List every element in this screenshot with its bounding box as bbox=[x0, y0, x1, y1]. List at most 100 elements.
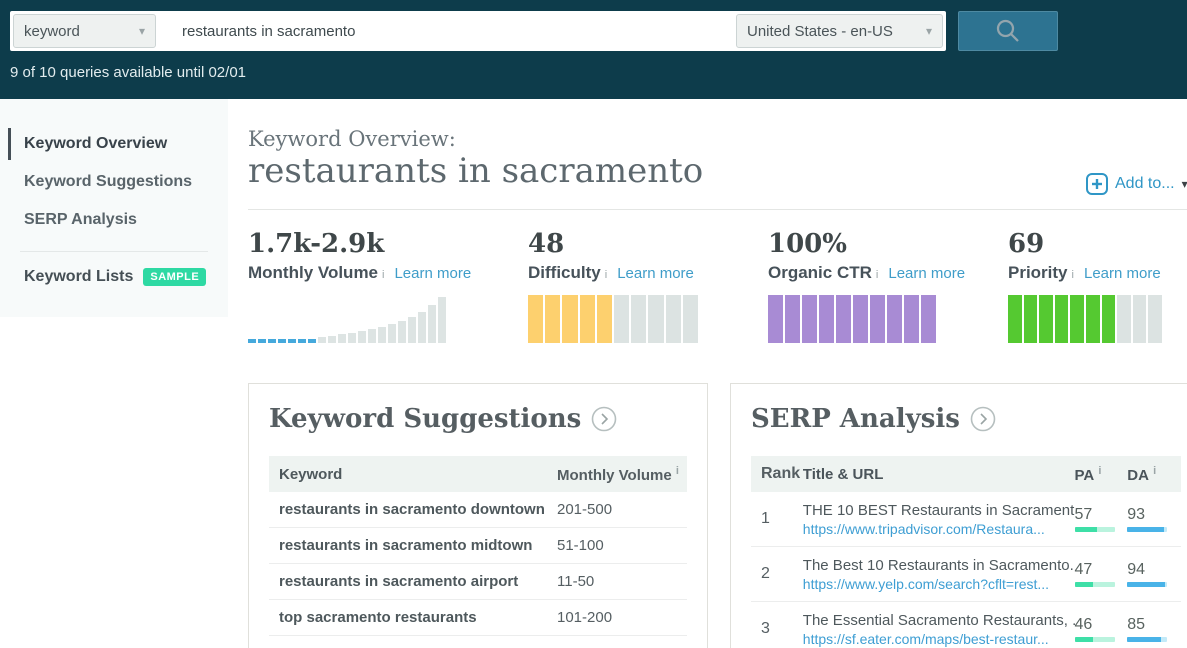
sidebar-item-keyword-suggestions[interactable]: Keyword Suggestions bbox=[0, 163, 228, 201]
histogram-bar bbox=[398, 321, 406, 343]
serp-result-row: 3The Essential Sacramento Restaurants, .… bbox=[751, 602, 1181, 648]
top-search-bar: keyword ▾ United States - en-US ▾ 9 of 1… bbox=[0, 0, 1187, 99]
segment-bar bbox=[836, 295, 851, 343]
pa-value: 57 bbox=[1075, 506, 1128, 524]
metric-monthly-volume: 1.7k-2.9kMonthly VolumeiLearn more bbox=[248, 229, 471, 343]
learn-more-link[interactable]: Learn more bbox=[888, 265, 965, 282]
info-icon[interactable]: i bbox=[605, 269, 607, 281]
chevron-down-icon: ▾ bbox=[926, 24, 932, 38]
suggestion-row: restaurants in sacramento airport11-50 bbox=[269, 564, 687, 600]
metric-chart bbox=[768, 295, 936, 343]
serp-result-url[interactable]: https://www.tripadvisor.com/Restaura... bbox=[803, 520, 1075, 538]
info-icon[interactable]: i bbox=[1153, 465, 1156, 477]
segment-bar bbox=[631, 295, 646, 343]
metric-label-row: Monthly VolumeiLearn more bbox=[248, 263, 471, 283]
da-bar-fill bbox=[1127, 527, 1164, 532]
sidebar-item-keyword-lists[interactable]: Keyword Lists SAMPLE bbox=[0, 262, 228, 292]
learn-more-link[interactable]: Learn more bbox=[617, 265, 694, 282]
da-bar-fill bbox=[1127, 637, 1161, 642]
metric-label: Priority bbox=[1008, 263, 1068, 283]
serp-da: 85 bbox=[1127, 616, 1181, 642]
open-panel-chevron-icon[interactable] bbox=[970, 406, 996, 432]
pa-bar-fill bbox=[1075, 637, 1093, 642]
suggestion-keyword[interactable]: restaurants in sacramento midtown bbox=[269, 537, 557, 554]
col-monthly-volume: Monthly Volume i bbox=[557, 465, 687, 484]
suggestions-table-header: Keyword Monthly Volume i bbox=[269, 456, 687, 492]
segment-bar bbox=[1070, 295, 1084, 343]
suggestion-keyword[interactable]: restaurants in sacramento downtown bbox=[269, 501, 557, 518]
metric-difficulty: 48DifficultyiLearn more bbox=[528, 229, 698, 343]
metric-priority: 69PriorityiLearn more bbox=[1008, 229, 1162, 343]
search-input[interactable] bbox=[172, 14, 732, 48]
info-icon[interactable]: i bbox=[1072, 269, 1074, 281]
serp-rank: 3 bbox=[751, 620, 803, 638]
learn-more-link[interactable]: Learn more bbox=[1084, 265, 1161, 282]
info-icon[interactable]: i bbox=[676, 465, 679, 477]
sidebar-item-keyword-overview[interactable]: Keyword Overview bbox=[0, 125, 228, 163]
da-bar bbox=[1127, 637, 1167, 642]
sidebar-nav: Keyword OverviewKeyword SuggestionsSERP … bbox=[0, 99, 228, 317]
suggestion-keyword[interactable]: restaurants in sacramento airport bbox=[269, 573, 557, 590]
add-to-label: Add to... bbox=[1115, 175, 1175, 193]
serp-title-url: The Best 10 Restaurants in Sacramento...… bbox=[803, 556, 1075, 593]
segment-bar bbox=[1133, 295, 1147, 343]
chevron-down-icon: ▾ bbox=[1182, 177, 1187, 191]
da-value: 85 bbox=[1127, 616, 1181, 634]
metric-chart bbox=[1008, 295, 1162, 343]
da-bar-fill bbox=[1127, 582, 1165, 587]
title-divider bbox=[248, 209, 1187, 210]
serp-result-url[interactable]: https://www.yelp.com/search?cflt=rest... bbox=[803, 575, 1075, 593]
chevron-down-icon: ▾ bbox=[139, 24, 145, 38]
page-title: restaurants in sacramento bbox=[248, 151, 703, 191]
suggestion-volume: 51-100 bbox=[557, 537, 687, 554]
search-form: keyword ▾ United States - en-US ▾ bbox=[10, 11, 946, 51]
suggestion-volume: 11-50 bbox=[557, 573, 687, 590]
histogram-bar bbox=[298, 339, 306, 343]
open-panel-chevron-icon[interactable] bbox=[591, 406, 617, 432]
histogram-bar bbox=[288, 339, 296, 343]
histogram-bar bbox=[308, 339, 316, 343]
serp-result-url[interactable]: https://sf.eater.com/maps/best-restaur..… bbox=[803, 630, 1075, 648]
histogram-bar bbox=[358, 331, 366, 343]
sidebar-items: Keyword OverviewKeyword SuggestionsSERP … bbox=[0, 125, 228, 239]
histogram-bar bbox=[248, 339, 256, 343]
keyword-suggestions-panel: Keyword Suggestions Keyword Monthly Volu… bbox=[248, 383, 708, 648]
segment-bar bbox=[921, 295, 936, 343]
pa-value: 47 bbox=[1075, 561, 1128, 579]
info-icon[interactable]: i bbox=[382, 269, 384, 281]
da-bar bbox=[1127, 527, 1167, 532]
serp-rank: 2 bbox=[751, 565, 803, 583]
serp-da: 94 bbox=[1127, 561, 1181, 587]
suggestion-keyword[interactable]: top sacramento restaurants bbox=[269, 609, 557, 626]
query-quota-text: 9 of 10 queries available until 02/01 bbox=[10, 64, 246, 81]
suggestions-table-body: restaurants in sacramento downtown201-50… bbox=[269, 492, 687, 636]
info-icon[interactable]: i bbox=[876, 269, 878, 281]
histogram-bar bbox=[388, 324, 396, 343]
pa-bar bbox=[1075, 637, 1115, 642]
segment-bar bbox=[1055, 295, 1069, 343]
metric-label-row: DifficultyiLearn more bbox=[528, 263, 698, 283]
segment-bar bbox=[802, 295, 817, 343]
learn-more-link[interactable]: Learn more bbox=[394, 265, 471, 282]
histogram-bar bbox=[428, 305, 436, 343]
suggestion-row: restaurants in sacramento downtown201-50… bbox=[269, 492, 687, 528]
metric-chart bbox=[248, 295, 448, 343]
histogram-bar bbox=[278, 339, 286, 343]
col-keyword: Keyword bbox=[269, 466, 557, 483]
locale-select[interactable]: United States - en-US ▾ bbox=[736, 14, 943, 48]
segment-bar bbox=[1102, 295, 1116, 343]
search-button[interactable] bbox=[958, 11, 1058, 51]
search-type-select[interactable]: keyword ▾ bbox=[13, 14, 156, 48]
info-icon[interactable]: i bbox=[1098, 465, 1101, 477]
segment-bar bbox=[785, 295, 800, 343]
metric-value: 48 bbox=[528, 229, 698, 259]
add-to-button[interactable]: Add to... ▾ bbox=[1086, 173, 1187, 195]
suggestions-panel-title: Keyword Suggestions bbox=[269, 404, 581, 434]
histogram-bar bbox=[348, 333, 356, 343]
serp-result-row: 1THE 10 BEST Restaurants in Sacrament...… bbox=[751, 492, 1181, 547]
segment-bar bbox=[1148, 295, 1162, 343]
serp-analysis-panel: SERP Analysis Rank Title & URL PA i DA i… bbox=[730, 383, 1187, 648]
app-window: keyword ▾ United States - en-US ▾ 9 of 1… bbox=[0, 0, 1187, 648]
segment-bar bbox=[580, 295, 595, 343]
sidebar-item-serp-analysis[interactable]: SERP Analysis bbox=[0, 201, 228, 239]
